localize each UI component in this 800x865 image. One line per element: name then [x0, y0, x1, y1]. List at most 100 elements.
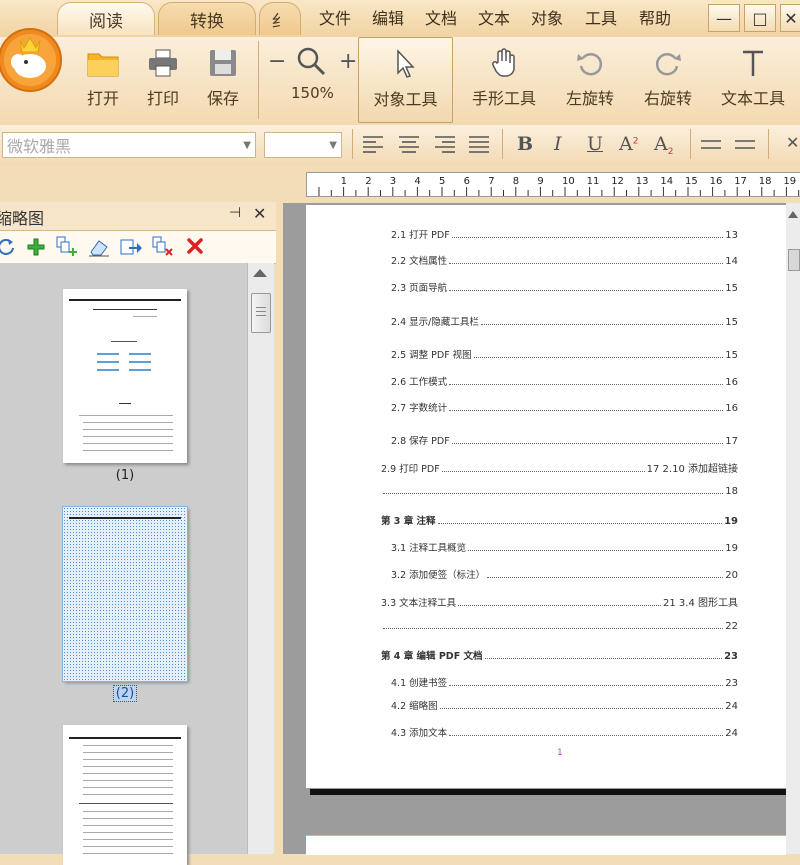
align-left-icon[interactable]	[362, 135, 384, 157]
toc-entry[interactable]: 3.2 添加便签（标注） 20	[391, 567, 738, 581]
align-justify-icon[interactable]	[468, 135, 490, 157]
rotate-right-button[interactable]: 右旋转	[636, 37, 700, 121]
page-thumbnail-3[interactable]	[63, 725, 187, 865]
thumbnail-rule	[83, 745, 173, 746]
italic-button[interactable]: I	[554, 133, 562, 155]
hand-tool-button[interactable]: 手形工具	[464, 37, 544, 121]
toc-entry[interactable]: 第 4 章 编辑 PDF 文档 23	[381, 648, 738, 662]
next-document-page[interactable]	[306, 835, 786, 855]
page-number-marker: 1	[557, 748, 563, 758]
toc-entry[interactable]: 22	[381, 621, 738, 632]
delete-page-icon[interactable]	[152, 236, 176, 262]
scroll-thumb[interactable]	[788, 249, 800, 271]
insert-page-icon[interactable]	[56, 236, 80, 262]
menu-help[interactable]: 帮助	[639, 5, 671, 29]
ruler-label: 11	[587, 176, 600, 187]
toc-entry[interactable]: 4.1 创建书签 23	[391, 675, 738, 689]
text-tool-button[interactable]: 文本工具	[716, 37, 790, 121]
toc-entry-title: 第 4 章 编辑 PDF 文档	[381, 651, 483, 662]
toc-entry[interactable]: 3.1 注释工具概览 19	[391, 540, 738, 554]
minimize-button[interactable]: —	[708, 4, 740, 32]
zoom-level[interactable]: 150%	[291, 84, 334, 102]
toc-entry[interactable]: 2.9 打印 PDF 17 2.10 添加超链接	[381, 460, 738, 475]
hand-icon	[490, 43, 518, 83]
title-bar: 阅读 转换 纟 文件 编辑 文档 文本 对象 工具 帮助 — □ ✕	[0, 0, 800, 92]
minimize-icon: —	[716, 8, 732, 28]
menu-tools[interactable]: 工具	[585, 5, 617, 29]
ruler-label: 5	[439, 176, 445, 187]
add-page-icon[interactable]	[26, 237, 46, 261]
toc-entry[interactable]: 2.3 页面导航 15	[391, 280, 738, 294]
toc-entry[interactable]: 4.2 缩略图 24	[391, 698, 738, 712]
rotate-left-button[interactable]: 左旋转	[558, 37, 622, 121]
tab-more[interactable]: 纟	[259, 2, 301, 35]
format-separator	[502, 129, 503, 159]
sidebar-close-icon[interactable]: ✕	[253, 204, 266, 223]
menu-object[interactable]: 对象	[531, 5, 563, 29]
toc-entry[interactable]: 2.7 字数统计 16	[391, 400, 738, 414]
menu-edit[interactable]: 编辑	[372, 5, 404, 29]
bold-button[interactable]: B	[517, 133, 533, 155]
object-tool-button[interactable]: 对象工具	[358, 37, 453, 123]
ruler-label: 3	[390, 176, 396, 187]
menu-text[interactable]: 文本	[478, 5, 510, 29]
subscript-button[interactable]: A2	[654, 133, 673, 157]
close-button[interactable]: ✕	[780, 4, 800, 32]
toc-entry[interactable]: 2.2 文档属性 14	[391, 253, 738, 267]
page-thumbnail-2[interactable]	[62, 506, 188, 682]
remove-icon[interactable]	[186, 237, 204, 259]
toc-entry-page: 18	[725, 486, 738, 497]
ruler-label: 17	[734, 176, 747, 187]
line-spacing-icon[interactable]	[700, 137, 722, 156]
tab-read[interactable]: 阅读	[57, 2, 155, 35]
toc-entry[interactable]: 2.8 保存 PDF 17	[391, 433, 738, 447]
toc-entry[interactable]: 2.4 显示/隐藏工具栏 15	[391, 314, 738, 328]
thumbnail-panel: (1) (2)	[0, 263, 247, 865]
maximize-button[interactable]: □	[744, 4, 776, 32]
thumbnail-rule	[83, 443, 173, 444]
extract-page-icon[interactable]	[120, 237, 142, 261]
font-size-select[interactable]: ▼	[264, 132, 342, 158]
font-name-select[interactable]: 微软雅黑 ▼	[2, 132, 256, 158]
open-button[interactable]: 打开	[80, 37, 126, 121]
toc-entry[interactable]: 4.3 添加文本 24	[391, 725, 738, 739]
scroll-up-icon[interactable]	[788, 211, 798, 218]
print-button[interactable]: 打印	[140, 37, 186, 121]
toc-entry[interactable]: 3.3 文本注释工具 21 3.4 图形工具	[381, 594, 738, 609]
pin-icon[interactable]: ⊣	[229, 205, 241, 221]
toc-entry[interactable]: 18	[381, 486, 738, 497]
scroll-up-icon[interactable]	[253, 269, 267, 277]
page-thumbnail-1[interactable]	[63, 289, 187, 463]
scroll-thumb[interactable]	[251, 293, 271, 333]
underline-button[interactable]: U	[587, 133, 603, 155]
tab-convert[interactable]: 转换	[158, 2, 256, 35]
thumbnail-rule	[119, 403, 131, 404]
toc-entry-page: 15	[725, 317, 738, 328]
align-center-icon[interactable]	[398, 135, 420, 157]
thumbnail-rule	[83, 787, 173, 788]
toc-entry[interactable]: 2.6 工作模式 16	[391, 374, 738, 388]
superscript-button[interactable]: A2	[619, 133, 638, 155]
menu-file[interactable]: 文件	[319, 5, 351, 29]
toc-entry-page: 24	[725, 701, 738, 712]
save-button[interactable]: 保存	[200, 37, 246, 121]
paragraph-spacing-icon[interactable]	[734, 137, 756, 156]
ruler-label: 15	[685, 176, 698, 187]
app-logo[interactable]	[0, 28, 64, 92]
align-right-icon[interactable]	[434, 135, 456, 157]
zoom-icon[interactable]	[296, 46, 326, 80]
more-format-icon[interactable]: ✕	[786, 133, 799, 152]
horizontal-ruler[interactable]: 1234567891011121314151617181920	[306, 172, 800, 197]
erase-page-icon[interactable]	[88, 237, 110, 261]
zoom-out-button[interactable]: −	[268, 49, 286, 74]
toc-entry[interactable]: 第 3 章 注释 19	[381, 513, 738, 527]
menu-document[interactable]: 文档	[425, 5, 457, 29]
thumbnail-scrollbar[interactable]	[247, 263, 274, 854]
document-page[interactable]: 2.1 打开 PDF 13 2.2 文档属性 14 2.3 页面导航 15 2.4 显示/隐…	[306, 205, 786, 788]
zoom-in-button[interactable]: +	[339, 49, 357, 74]
document-scrollbar[interactable]	[786, 203, 800, 854]
toc-entry[interactable]: 2.5 调整 PDF 视图 15	[391, 347, 738, 361]
refresh-icon[interactable]	[0, 237, 16, 261]
toc-entry[interactable]: 2.1 打开 PDF 13	[391, 227, 738, 241]
ruler-label: 6	[464, 176, 470, 187]
